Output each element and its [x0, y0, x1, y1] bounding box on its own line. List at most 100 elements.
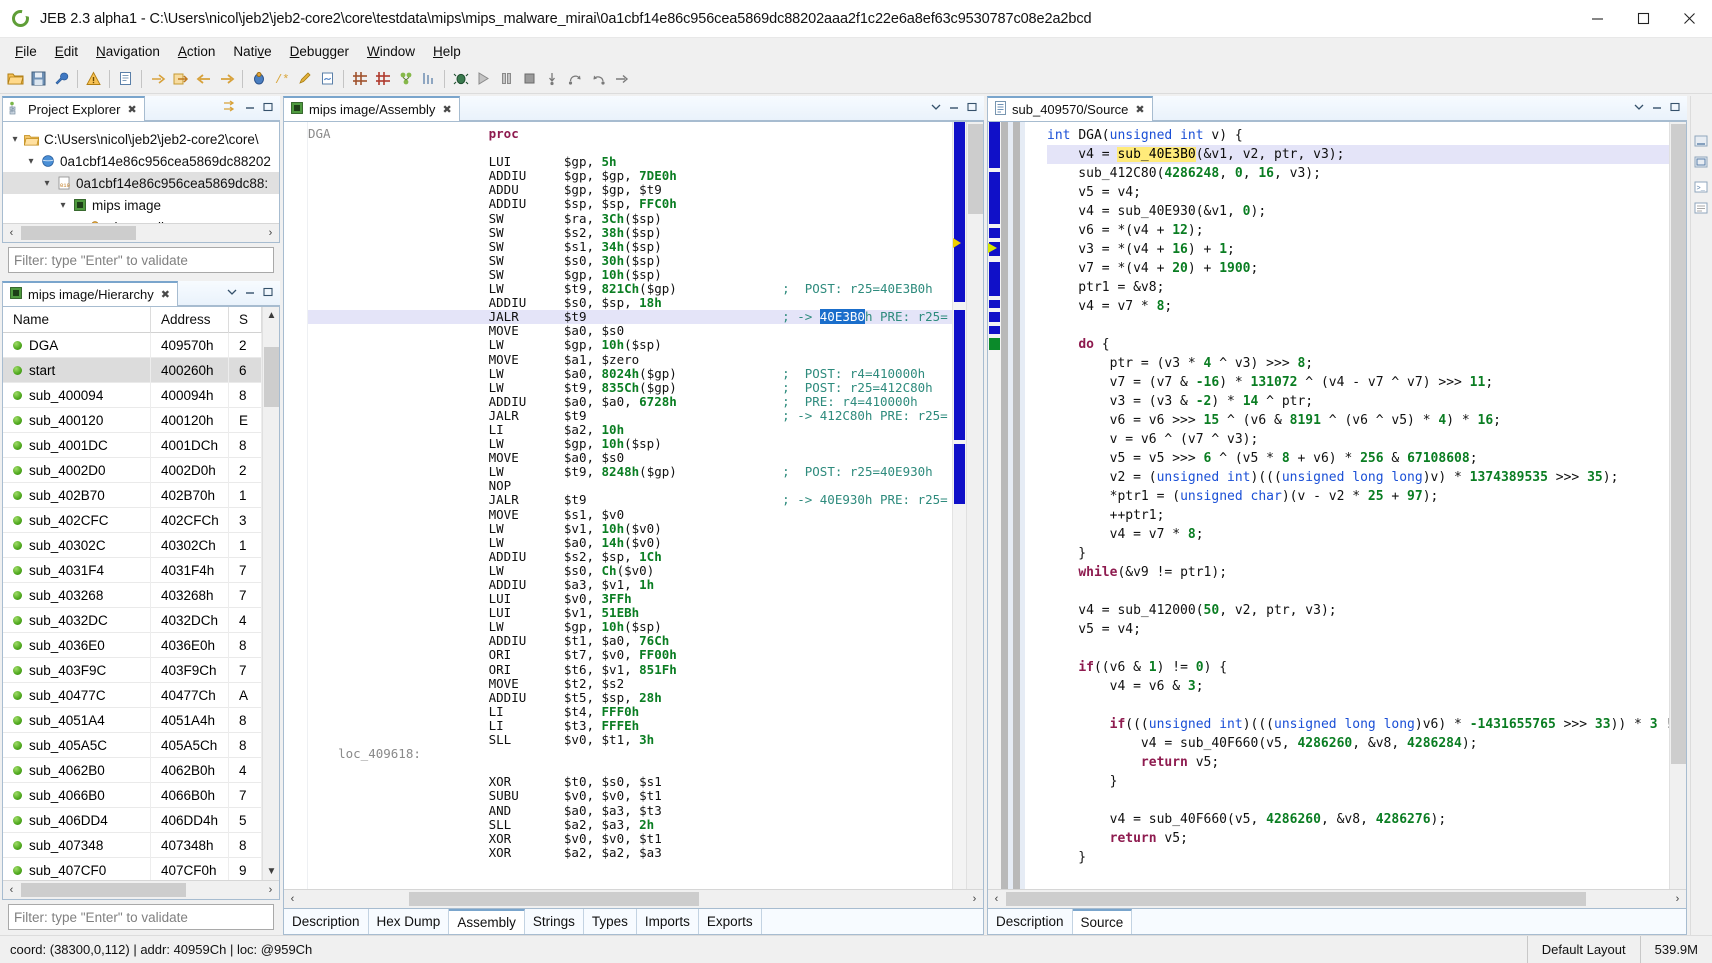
assembly-instruction-line[interactable]: JALR $t9 ; -> 412C80h PRE: r25=: [308, 409, 952, 423]
source-code-line[interactable]: [1047, 582, 1669, 601]
bug-icon[interactable]: [248, 68, 269, 90]
source-code-line[interactable]: }: [1047, 772, 1669, 791]
menu-debugger[interactable]: Debugger: [281, 41, 358, 62]
project-explorer-filter-input[interactable]: Filter: type "Enter" to validate: [8, 247, 274, 273]
source-code-line[interactable]: int DGA(unsigned int v) {: [1047, 126, 1669, 145]
chevron-down-icon[interactable]: ▾: [23, 156, 39, 167]
column-header-name[interactable]: Name: [3, 307, 151, 333]
menu-help[interactable]: Help: [424, 41, 470, 62]
chevron-down-icon[interactable]: ▾: [55, 200, 71, 211]
tab-strings[interactable]: Strings: [525, 909, 584, 934]
warning-icon[interactable]: [83, 68, 104, 90]
menu-native[interactable]: Native: [224, 41, 280, 62]
scroll-left-icon[interactable]: ‹: [3, 884, 20, 896]
menu-window[interactable]: Window: [358, 41, 424, 62]
tree-item-mips-image[interactable]: ▾ mips image: [3, 194, 279, 216]
assembly-instruction-line[interactable]: SW $s0, 30h($sp): [308, 254, 952, 268]
menu-edit[interactable]: Edit: [46, 41, 87, 62]
source-code-line[interactable]: v3 = *(v4 + 16) + 1;: [1047, 240, 1669, 259]
minimize-icon[interactable]: [244, 286, 256, 301]
source-code-line[interactable]: v4 = sub_412000(50, v2, ptr, v3);: [1047, 601, 1669, 620]
assembly-instruction-line[interactable]: AND $a0, $a3, $t3: [308, 804, 952, 818]
source-code-line[interactable]: v6 = v6 >>> 15 ^ (v6 & 8191 ^ (v6 ^ v5) …: [1047, 411, 1669, 430]
table-row[interactable]: sub_40302C40302Ch1: [3, 533, 262, 558]
assembly-instruction-line[interactable]: ORI $t7, $v0, FF00h: [308, 648, 952, 662]
source-code-line[interactable]: v4 = sub_40E930(&v1, 0);: [1047, 202, 1669, 221]
maximize-icon[interactable]: [966, 101, 978, 116]
tab-types[interactable]: Types: [584, 909, 637, 934]
scroll-right-icon[interactable]: ›: [262, 884, 279, 896]
column-header-size[interactable]: S: [229, 307, 262, 333]
assembly-instruction-line[interactable]: SLL $a2, $a3, 2h: [308, 818, 952, 832]
assembly-listing[interactable]: DGA proc LUI $gp, 5h ADDIU $gp, $gp, 7DE…: [308, 122, 952, 908]
wrench-icon[interactable]: [51, 68, 72, 90]
hierarchy-hscrollbar[interactable]: ‹ ›: [3, 880, 279, 899]
table-row[interactable]: sub_4031F44031F4h7: [3, 558, 262, 583]
source-code-line[interactable]: ++ptr1;: [1047, 506, 1669, 525]
source-code-line[interactable]: v3 = (v3 & -2) * 14 ^ ptr;: [1047, 392, 1669, 411]
scroll-left-icon[interactable]: ‹: [988, 893, 1005, 905]
source-code-line[interactable]: ptr = (v3 * 4 ^ v3) >>> 8;: [1047, 354, 1669, 373]
close-icon[interactable]: ✖: [1135, 103, 1144, 116]
maximize-icon[interactable]: [262, 101, 274, 116]
close-button[interactable]: [1666, 0, 1712, 38]
step-into-icon[interactable]: [542, 68, 563, 90]
assembly-instruction-line[interactable]: ADDIU $s2, $sp, 1Ch: [308, 550, 952, 564]
assembly-instruction-line[interactable]: LW $a0, 8024h($gp) ; POST: r4=410000h: [308, 367, 952, 381]
scroll-right-icon[interactable]: ›: [262, 227, 279, 239]
project-explorer-hscrollbar[interactable]: ‹ ›: [3, 223, 279, 242]
view-menu-icon[interactable]: [226, 286, 238, 301]
source-code-line[interactable]: sub_412C80(4286248, 0, 16, v3);: [1047, 164, 1669, 183]
source-code-line[interactable]: v4 = v7 * 8;: [1047, 525, 1669, 544]
assembly-instruction-line[interactable]: ADDIU $a0, $a0, 6728h ; PRE: r4=410000h: [308, 395, 952, 409]
minimize-icon[interactable]: [244, 101, 256, 116]
scroll-right-icon[interactable]: ›: [966, 893, 983, 905]
source-code-line[interactable]: [1047, 867, 1669, 886]
rail-minimize-icon[interactable]: [1694, 134, 1710, 148]
assembly-label-line[interactable]: loc_409618:: [308, 747, 952, 761]
source-code-line[interactable]: v4 = v7 * 8;: [1047, 297, 1669, 316]
sort-icon[interactable]: [418, 68, 439, 90]
source-code-line[interactable]: [1047, 316, 1669, 335]
table-row[interactable]: sub_406DD4406DD4h5: [3, 808, 262, 833]
close-icon[interactable]: ✖: [161, 288, 170, 301]
chevron-down-icon[interactable]: ▾: [39, 178, 55, 189]
assembly-instruction-line[interactable]: LUI $v0, 3FFh: [308, 592, 952, 606]
source-code-line[interactable]: if(((unsigned int)(((unsigned long long)…: [1047, 715, 1669, 734]
source-code-line[interactable]: v4 = v6 & 3;: [1047, 677, 1669, 696]
source-code-line[interactable]: v5 = v5 >>> 6 ^ (v5 * 8 + v6) * 256 & 67…: [1047, 449, 1669, 468]
hscroll-thumb[interactable]: [21, 883, 186, 897]
hscroll-thumb[interactable]: [1006, 892, 1586, 906]
assembly-minimap[interactable]: [952, 122, 966, 908]
assembly-instruction-line[interactable]: ADDU $gp, $gp, $t9: [308, 183, 952, 197]
back-arrow-icon[interactable]: [193, 68, 214, 90]
save-icon[interactable]: [28, 68, 49, 90]
assembly-instruction-line[interactable]: ADDIU $sp, $sp, FFC0h: [308, 197, 952, 211]
assembly-instruction-line[interactable]: LW $t9, 821Ch($gp) ; POST: r25=40E3B0h: [308, 282, 952, 296]
assembly-hscrollbar[interactable]: ‹ ›: [284, 889, 983, 908]
step-return-icon[interactable]: [588, 68, 609, 90]
source-code-line[interactable]: if((v6 & 1) != 0) {: [1047, 658, 1669, 677]
menu-action[interactable]: Action: [169, 41, 225, 62]
assembly-instruction-line[interactable]: XOR $t0, $s0, $s1: [308, 775, 952, 789]
table-row[interactable]: sub_4051A44051A4h8: [3, 708, 262, 733]
source-code-line[interactable]: v5 = v4;: [1047, 183, 1669, 202]
source-code-line[interactable]: [1047, 696, 1669, 715]
table-row[interactable]: sub_400120400120hE: [3, 408, 262, 433]
hscroll-thumb[interactable]: [21, 226, 136, 240]
new-document-icon[interactable]: [115, 68, 136, 90]
assembly-instruction-line[interactable]: LW $gp, 10h($sp): [308, 338, 952, 352]
pencil-icon[interactable]: [294, 68, 315, 90]
tab-project-explorer[interactable]: Project Explorer ✖: [2, 96, 145, 121]
assembly-instruction-line[interactable]: LUI $gp, 5h: [308, 155, 952, 169]
maximize-icon[interactable]: [1669, 101, 1681, 116]
assembly-instruction-line[interactable]: [308, 141, 952, 155]
assembly-instruction-line[interactable]: ORI $t6, $v1, 851Fh: [308, 663, 952, 677]
minimize-icon[interactable]: [948, 101, 960, 116]
tab-assembly[interactable]: Assembly: [449, 909, 525, 934]
tab-hex-dump[interactable]: Hex Dump: [369, 909, 450, 934]
scroll-down-icon[interactable]: ▼: [263, 863, 280, 880]
assembly-instruction-line[interactable]: XOR $a2, $a2, $a3: [308, 846, 952, 860]
forward-arrow-icon[interactable]: [147, 68, 168, 90]
hierarchy-vscrollbar[interactable]: ▲ ▼: [262, 307, 279, 880]
